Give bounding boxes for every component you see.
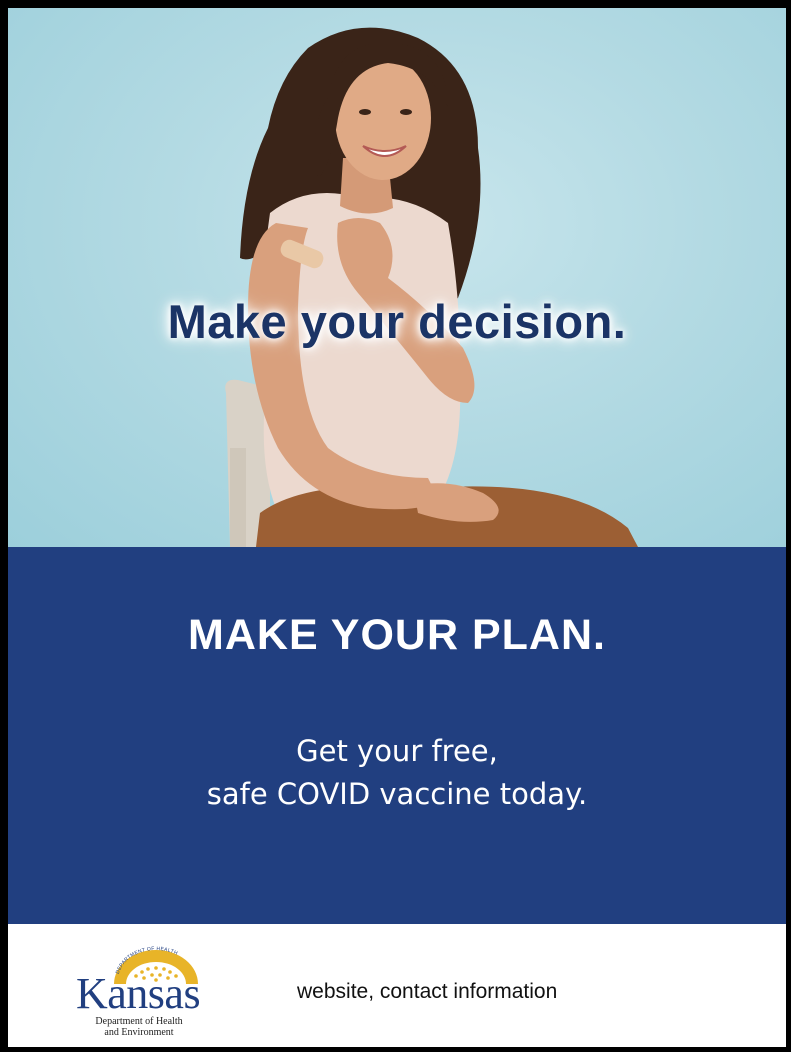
- footer: DEPARTMENT OF HEALTH Kansas Department o…: [8, 924, 786, 1047]
- contact-info: website, contact information: [297, 980, 558, 1003]
- logo-department-name: Department of Health and Environment: [84, 1016, 194, 1038]
- blue-band: MAKE YOUR PLAN. Get your free, safe COVI…: [8, 547, 786, 924]
- vaccine-message-line-1: Get your free,: [296, 734, 498, 768]
- logo-line-2: and Environment: [104, 1027, 174, 1038]
- kdhe-logo: DEPARTMENT OF HEALTH Kansas Department o…: [76, 946, 216, 1042]
- vaccine-message-line-2: safe COVID vaccine today.: [206, 777, 588, 811]
- headline-make-your-decision: Make your decision.: [167, 295, 627, 348]
- logo-line-1: Department of Health: [95, 1016, 183, 1027]
- hero-photo: Make your decision.: [8, 8, 786, 547]
- woman-with-bandage-illustration: [225, 27, 638, 547]
- headline-make-your-plan: MAKE YOUR PLAN.: [188, 611, 606, 659]
- vaccine-message: Get your free, safe COVID vaccine today.: [8, 730, 786, 816]
- poster: Make your decision. MAKE YOUR PLAN. Get …: [0, 0, 791, 1052]
- logo-wordmark: Kansas: [76, 969, 201, 1018]
